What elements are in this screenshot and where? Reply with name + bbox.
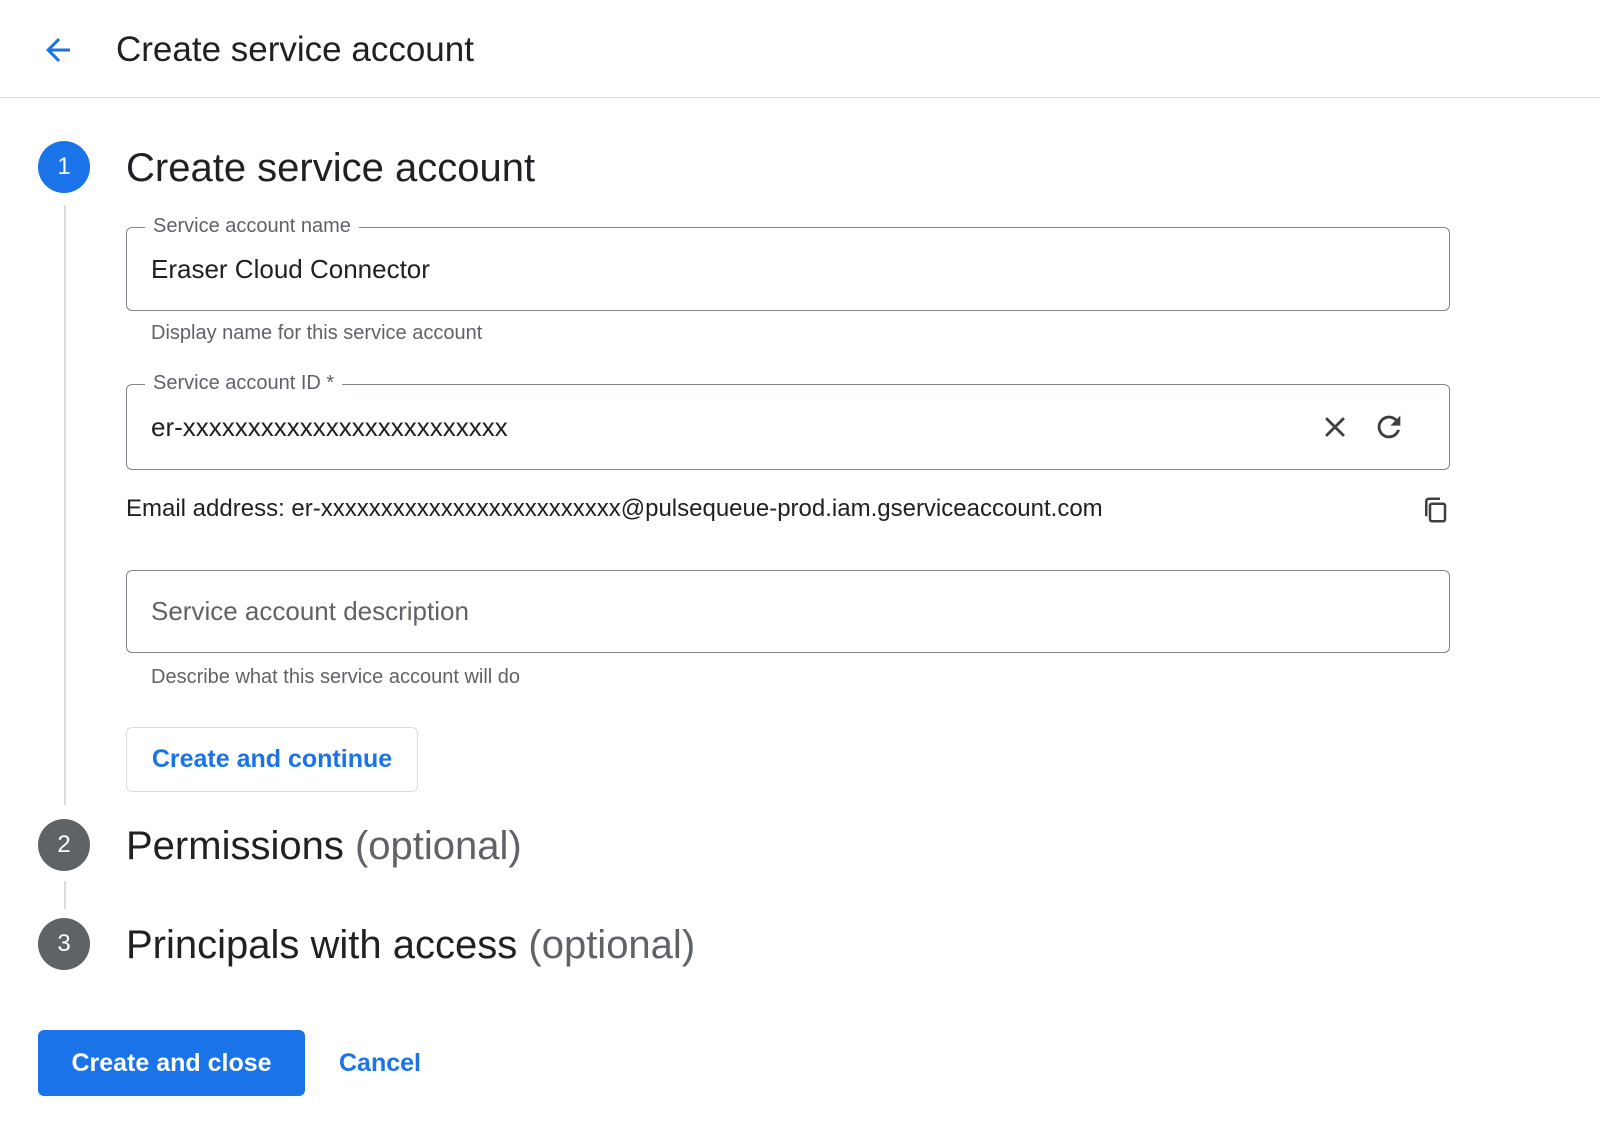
step-3-title-text: Principals with access: [126, 923, 518, 967]
service-account-name-helper: Display name for this service account: [151, 322, 483, 344]
service-account-id-field[interactable]: Service account ID * er-xxxxxxxxxxxxxxxx…: [126, 370, 1450, 470]
step-1-connector: [64, 205, 66, 805]
step-1-number: 1: [57, 153, 71, 180]
service-account-name-field[interactable]: Service account name Eraser Cloud Connec…: [126, 213, 1450, 311]
step-2-title-text: Permissions: [126, 824, 344, 868]
copy-icon: [1425, 497, 1447, 523]
close-icon: [1325, 417, 1345, 437]
step-1-indicator: 1: [38, 141, 90, 193]
copy-email-button[interactable]: [1413, 488, 1457, 532]
step-1-title-text: Create service account: [126, 146, 536, 190]
step-3-indicator: 3: [38, 918, 90, 970]
clear-id-button[interactable]: [1313, 405, 1357, 449]
step-2-number: 2: [57, 831, 71, 858]
service-account-name-value[interactable]: Eraser Cloud Connector: [151, 228, 430, 310]
page-title: Create service account: [116, 30, 474, 69]
step-2-optional-label: (optional): [354, 824, 522, 868]
service-account-description-placeholder[interactable]: Service account description: [151, 571, 469, 652]
service-account-description-field[interactable]: Service account description: [126, 570, 1450, 653]
back-button[interactable]: [36, 28, 80, 72]
step-2-connector: [64, 881, 66, 909]
step-3-number: 3: [57, 930, 71, 957]
create-and-continue-button[interactable]: Create and continue: [126, 727, 418, 792]
regenerate-id-button[interactable]: [1367, 405, 1411, 449]
cancel-button[interactable]: Cancel: [325, 1030, 435, 1096]
arrow-back-icon: [46, 38, 70, 62]
email-address: Email address: er-xxxxxxxxxxxxxxxxxxxxxx…: [126, 495, 1103, 522]
step-1-title: Create service account: [126, 143, 535, 193]
step-2-indicator: 2: [38, 819, 90, 871]
service-account-description-helper: Describe what this service account will …: [151, 666, 521, 688]
refresh-icon: [1377, 415, 1401, 439]
step-3-title[interactable]: Principals with access (optional): [126, 920, 695, 970]
step-3-optional-label: (optional): [528, 923, 696, 967]
step-2-title[interactable]: Permissions (optional): [126, 821, 522, 871]
page-header: Create service account: [0, 0, 1600, 98]
service-account-id-value[interactable]: er-xxxxxxxxxxxxxxxxxxxxxxxxx: [151, 385, 508, 469]
create-and-close-button[interactable]: Create and close: [38, 1030, 305, 1096]
